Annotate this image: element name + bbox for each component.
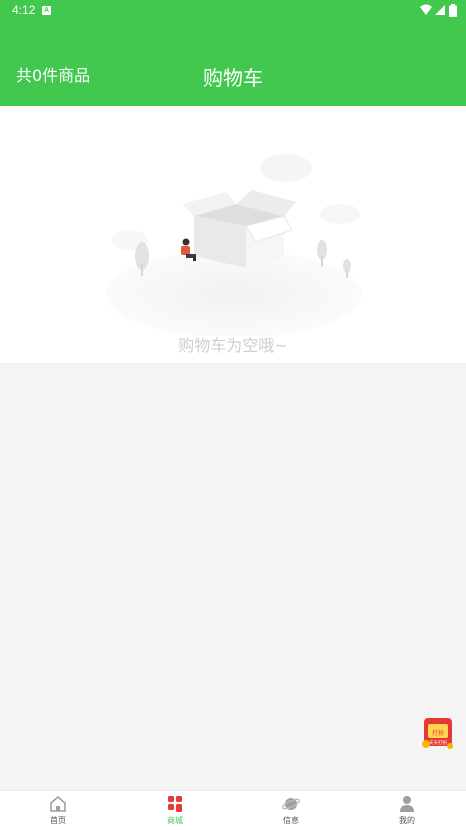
empty-cart-message: 购物车为空哦~: [178, 336, 288, 355]
tab-me-label: 我的: [399, 816, 415, 825]
empty-box-illustration: [106, 154, 362, 336]
tab-home[interactable]: 首页: [28, 795, 88, 826]
wifi-icon: [420, 4, 432, 15]
page-title: 购物车: [203, 66, 263, 90]
promo-text-top: 打扮: [432, 729, 444, 737]
signal-icon: [435, 5, 445, 15]
promo-gift-icon[interactable]: 打扮 天天打扮: [420, 716, 456, 752]
status-time: 4:12: [12, 3, 36, 17]
notification-badge-icon: A: [42, 6, 51, 15]
header: 共0件商品 购物车: [0, 22, 466, 106]
bottom-tab-bar: 首页 商城 信息 我的: [0, 790, 466, 830]
tab-shop[interactable]: 商城: [145, 795, 205, 826]
planet-icon: [282, 798, 300, 810]
user-icon: [400, 796, 414, 812]
promo-text-bottom: 天天打扮: [429, 739, 447, 746]
tab-info[interactable]: 信息: [261, 795, 321, 826]
home-icon: [50, 795, 66, 812]
shop-icon: [168, 796, 182, 812]
status-bar: 4:12 A: [0, 0, 466, 22]
tab-info-label: 信息: [283, 816, 299, 825]
tab-home-label: 首页: [50, 816, 66, 825]
tab-me[interactable]: 我的: [377, 795, 437, 826]
empty-cart-panel: 购物车为空哦~: [0, 106, 466, 363]
battery-icon: [449, 4, 457, 17]
tab-shop-label: 商城: [167, 816, 183, 825]
